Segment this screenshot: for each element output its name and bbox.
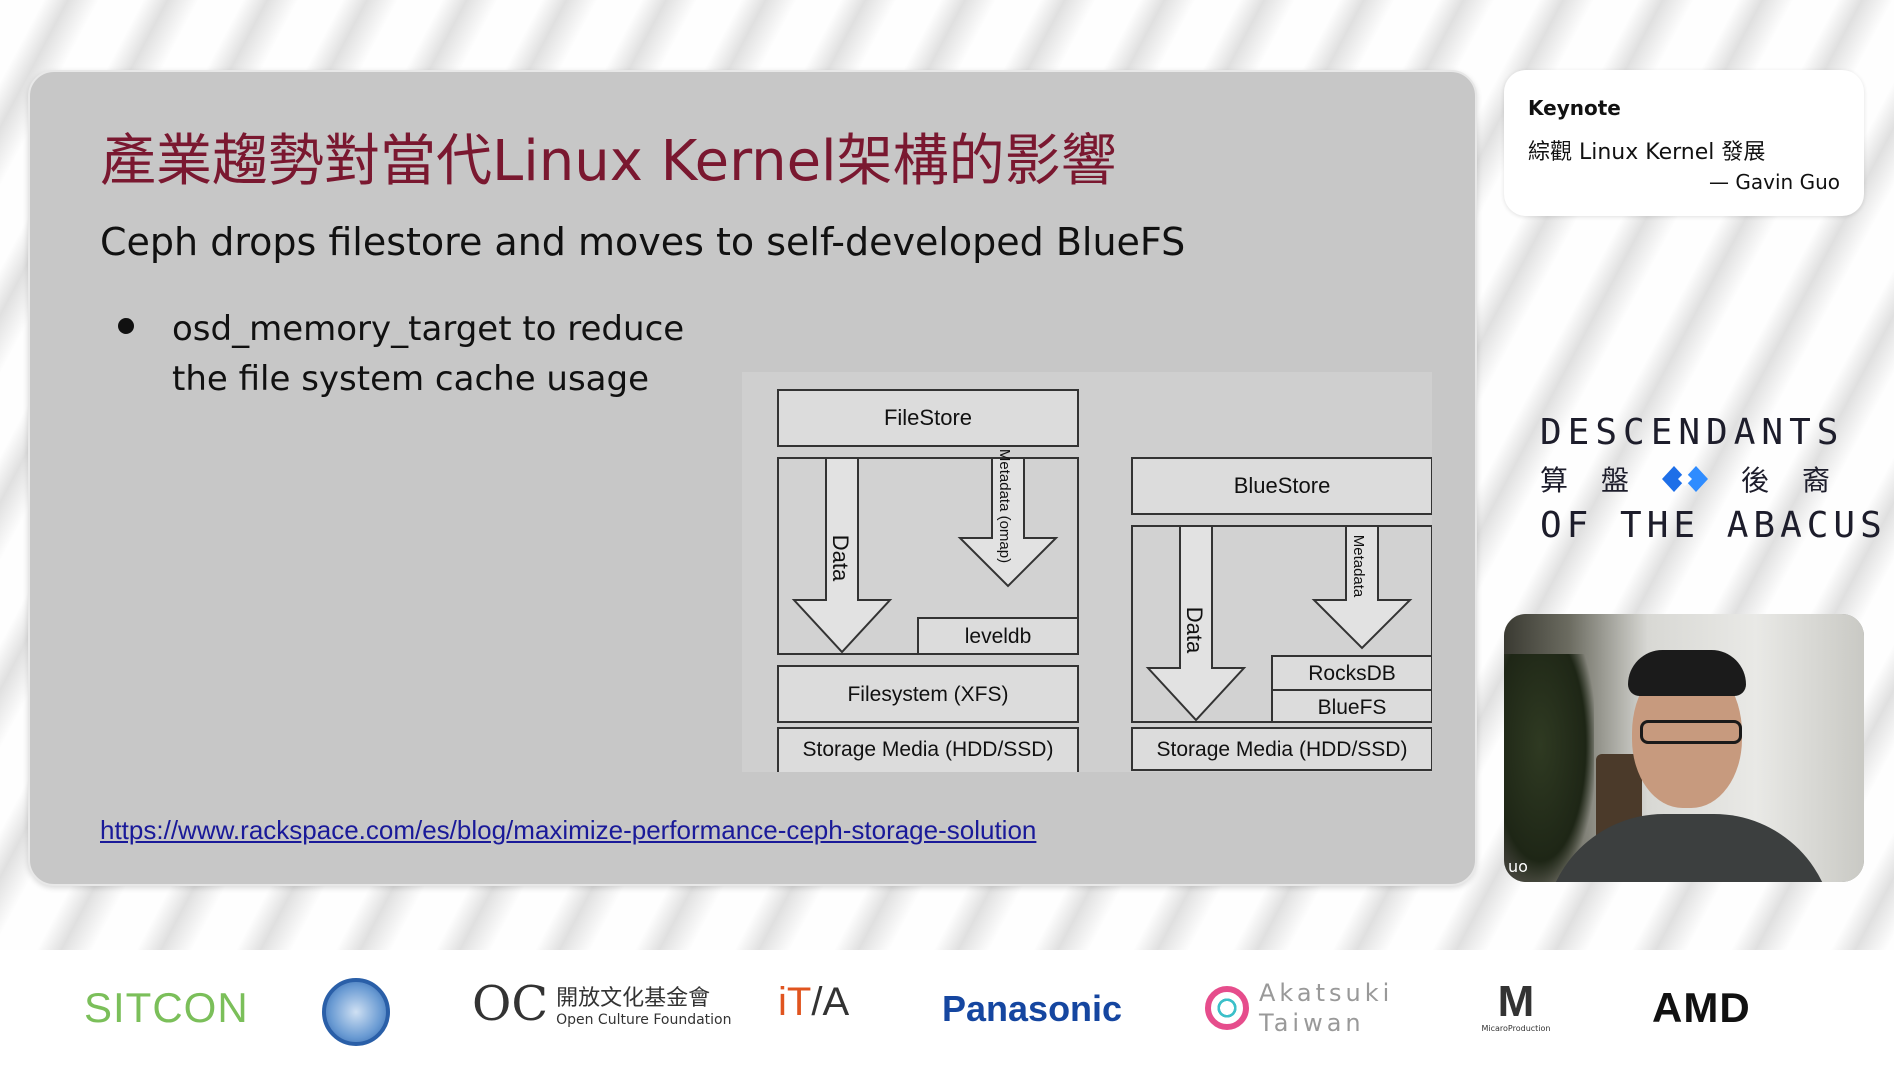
glasses-icon bbox=[1640, 720, 1742, 744]
brand-line-1: DESCENDANTS bbox=[1540, 412, 1845, 453]
bluestore-title: BlueStore bbox=[1234, 473, 1331, 498]
akatsuki-line-2: Taiwan bbox=[1259, 1009, 1365, 1037]
bullet-point: osd_memory_target to reduce the file sys… bbox=[172, 304, 732, 404]
micaro-mark-icon: M bbox=[1497, 977, 1535, 1026]
bullet-icon bbox=[118, 318, 134, 334]
micaro-name: MicaroProduction bbox=[1481, 1024, 1551, 1033]
keynote-title: 綜觀 Linux Kernel 發展 bbox=[1528, 140, 1766, 165]
bluestore-fs-label: BlueFS bbox=[1318, 696, 1387, 719]
bullet-line-1: osd_memory_target to reduce bbox=[172, 309, 685, 349]
brand-cjk-char: 裔 bbox=[1801, 464, 1830, 497]
video-name-tag: uo bbox=[1508, 857, 1528, 876]
bullet-line-2: the file system cache usage bbox=[172, 359, 650, 399]
akatsuki-logo: Akatsuki Taiwan bbox=[1205, 978, 1393, 1038]
bluestore-metadata-label: Metadata bbox=[1350, 535, 1367, 598]
micaro-logo: M MicaroProduction bbox=[1466, 977, 1566, 1034]
panasonic-logo: Panasonic bbox=[942, 988, 1123, 1029]
bluestore-media-label: Storage Media (HDD/SSD) bbox=[1157, 738, 1408, 761]
filestore-metadata-label: Metadata (omap) bbox=[996, 449, 1013, 563]
keynote-card: Keynote 綜觀 Linux Kernel 發展 — Gavin Guo bbox=[1504, 70, 1864, 216]
filestore-db-label: leveldb bbox=[965, 625, 1032, 648]
ocf-name: 開放文化基金會 bbox=[556, 986, 711, 1011]
brand-cjk-row: 算 盤 後 裔 bbox=[1540, 459, 1830, 499]
brand-cjk-char: 後 bbox=[1740, 464, 1769, 497]
itsa-prefix: iT bbox=[778, 980, 812, 1024]
speaker-video-feed: uo bbox=[1504, 614, 1864, 882]
filestore-title: FileStore bbox=[884, 405, 972, 430]
itsa-suffix: A bbox=[822, 980, 850, 1024]
event-brand-logo: DESCENDANTS 算 盤 後 裔 OF THE ABACUS bbox=[1540, 412, 1887, 546]
keynote-label: Keynote bbox=[1528, 96, 1621, 120]
ocf-mark-icon: OC bbox=[472, 976, 549, 1032]
itsa-logo: iT/A bbox=[778, 980, 850, 1024]
diamond-logo-icon bbox=[1662, 466, 1708, 492]
sponsor-bar: SITCON OC 開放文化基金會 Open Culture Foundatio… bbox=[0, 950, 1894, 1068]
association-seal-logo bbox=[322, 978, 390, 1046]
ocf-name-en: Open Culture Foundation bbox=[556, 1012, 732, 1028]
bluestore-db-label: RocksDB bbox=[1308, 662, 1396, 685]
ocf-logo: OC 開放文化基金會 Open Culture Foundation bbox=[472, 976, 731, 1032]
akatsuki-ring-icon bbox=[1205, 986, 1249, 1030]
filestore-filesystem-label: Filesystem (XFS) bbox=[847, 683, 1008, 706]
amd-logo: AMD bbox=[1652, 984, 1751, 1031]
filestore-media-label: Storage Media (HDD/SSD) bbox=[803, 738, 1054, 761]
slide-subtitle: Ceph drops filestore and moves to self-d… bbox=[100, 220, 1186, 264]
filestore-data-label: Data bbox=[828, 535, 853, 582]
keynote-speaker: — Gavin Guo bbox=[1709, 170, 1840, 194]
sitcon-logo: SITCON bbox=[84, 984, 249, 1031]
brand-cjk-char: 盤 bbox=[1601, 464, 1630, 497]
brand-cjk-char: 算 bbox=[1540, 464, 1569, 497]
bluestore-data-label: Data bbox=[1182, 607, 1207, 654]
storage-architecture-diagram: FileStore Data Metadata (omap) leveldb F… bbox=[742, 372, 1432, 772]
slide-title: 產業趨勢對當代Linux Kernel架構的影響 bbox=[100, 129, 1117, 194]
reference-link[interactable]: https://www.rackspace.com/es/blog/maximi… bbox=[100, 815, 1036, 846]
presentation-slide: 產業趨勢對當代Linux Kernel架構的影響 Ceph drops file… bbox=[28, 70, 1477, 886]
akatsuki-line-1: Akatsuki bbox=[1259, 979, 1394, 1007]
brand-line-3: OF THE ABACUS bbox=[1540, 505, 1887, 546]
